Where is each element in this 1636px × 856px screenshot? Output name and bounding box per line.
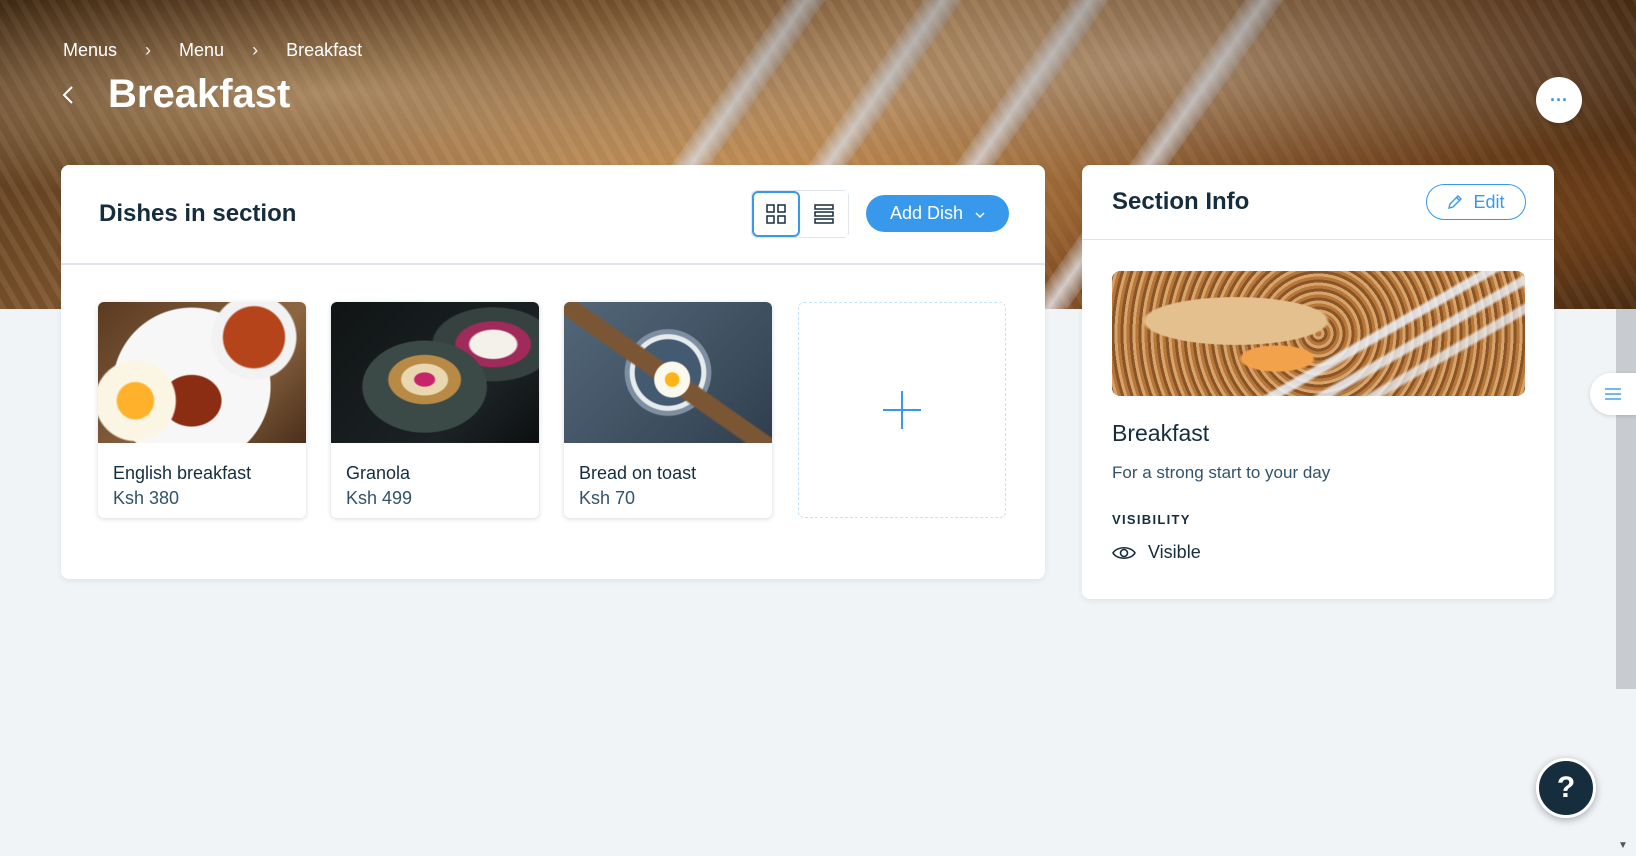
list-view-button[interactable] <box>800 191 848 237</box>
grid-icon <box>766 204 786 224</box>
side-panel-toggle[interactable] <box>1590 373 1636 415</box>
breadcrumb-breakfast: Breakfast <box>286 40 363 60</box>
page-header: Breakfast <box>58 72 290 117</box>
add-dish-label: Add Dish <box>889 203 964 223</box>
chevron-left-icon <box>62 85 73 104</box>
section-description: For a strong start to your day <box>1112 463 1331 482</box>
breadcrumb-menu[interactable]: Menu <box>179 40 224 61</box>
visibility-label: VISIBILITY <box>1112 512 1191 527</box>
dishes-card-header: Dishes in section Add Dish <box>61 165 1045 265</box>
help-icon: ? <box>1556 771 1576 804</box>
dish-image <box>98 302 306 443</box>
scrollbar-thumb[interactable] <box>1616 309 1636 689</box>
dish-price: Ksh 380 <box>113 488 180 508</box>
dishes-card-title: Dishes in section <box>99 200 297 227</box>
more-actions-button[interactable]: ··· <box>1536 77 1582 123</box>
edit-label: Edit <box>1473 191 1505 212</box>
list-icon <box>814 204 834 224</box>
visibility-status: Visible <box>1112 542 1201 563</box>
breadcrumb: Menus › Menu › Breakfast <box>63 40 362 61</box>
breadcrumb-menus[interactable]: Menus <box>63 40 117 61</box>
add-dish-tile[interactable] <box>798 302 1006 518</box>
visibility-value: Visible <box>1148 542 1201 562</box>
dish-name: English breakfast <box>113 463 252 483</box>
add-dish-button[interactable]: Add Dish <box>866 195 1009 232</box>
pencil-icon <box>1448 195 1463 209</box>
plus-icon <box>883 391 921 429</box>
dish-price: Ksh 70 <box>579 488 636 508</box>
dish-image <box>331 302 539 443</box>
edit-button[interactable]: Edit <box>1426 184 1526 220</box>
dish-card-bread-on-toast[interactable]: Bread on toast Ksh 70 <box>564 302 772 518</box>
section-info-title: Section Info <box>1112 188 1250 215</box>
dish-card-english-breakfast[interactable]: English breakfast Ksh 380 <box>98 302 306 518</box>
section-info-header: Section Info Edit <box>1082 165 1554 240</box>
view-toggle <box>751 190 849 238</box>
menu-lines-icon <box>1605 388 1621 400</box>
section-name: Breakfast <box>1112 420 1210 446</box>
more-icon: ··· <box>1550 89 1568 110</box>
dish-image <box>564 302 772 443</box>
dish-name: Granola <box>346 463 411 483</box>
section-image <box>1112 271 1525 396</box>
dish-name: Bread on toast <box>579 463 697 483</box>
dish-card-granola[interactable]: Granola Ksh 499 <box>331 302 539 518</box>
help-button[interactable]: ? <box>1536 758 1596 818</box>
grid-view-button[interactable] <box>752 191 800 237</box>
chevron-right-icon: › <box>145 40 152 60</box>
section-info-card: Section Info Edit Breakfast For a strong… <box>1082 165 1554 599</box>
dish-price: Ksh 499 <box>346 488 413 508</box>
scroll-down-arrow-icon[interactable]: ▼ <box>1618 840 1628 851</box>
back-button[interactable] <box>58 80 78 110</box>
chevron-down-icon <box>975 207 985 221</box>
page-title: Breakfast <box>108 72 291 116</box>
chevron-right-icon: › <box>252 40 259 60</box>
eye-icon <box>1112 546 1136 559</box>
